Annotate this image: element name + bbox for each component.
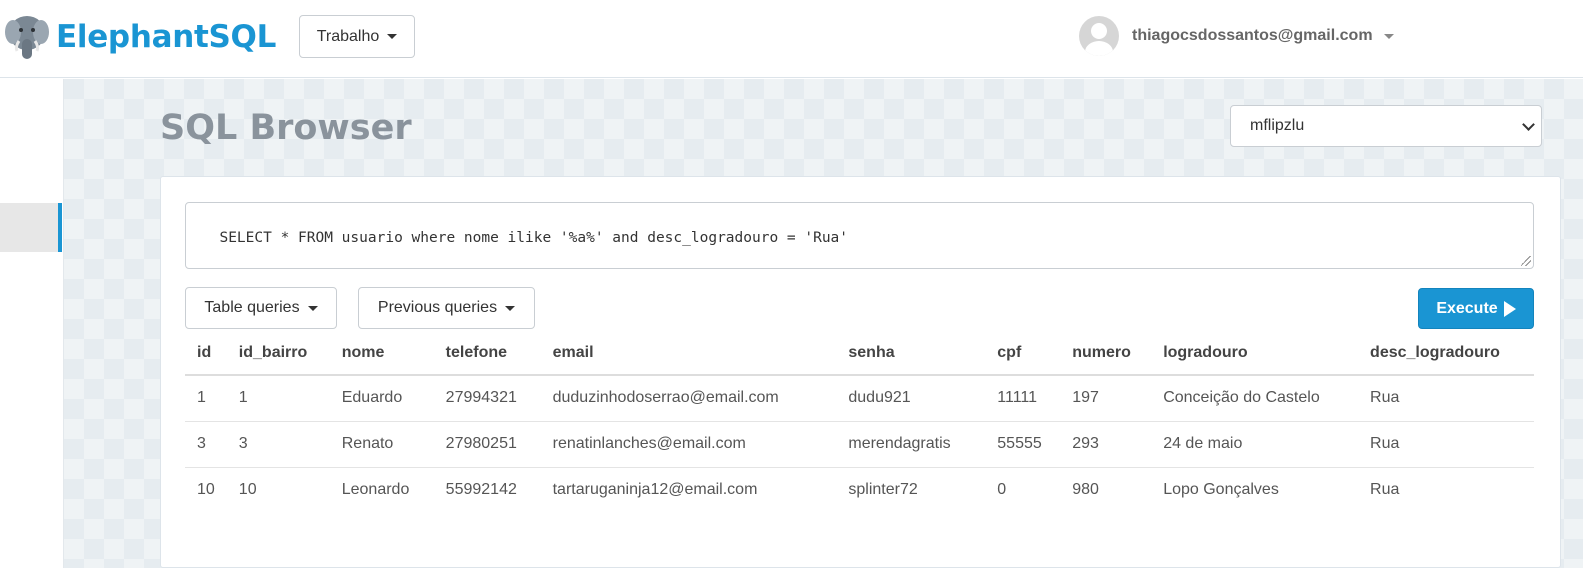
table-row: 10 10 Leonardo 55992142 tartaruganinja12… — [185, 467, 1534, 513]
column-header: nome — [329, 331, 434, 376]
table-queries-button[interactable]: Table queries — [185, 287, 337, 329]
caret-down-icon — [1383, 33, 1394, 39]
table-cell: splinter72 — [848, 481, 918, 499]
table-cell: Conceição do Castelo — [1151, 375, 1359, 422]
table-cell: 197 — [1060, 375, 1152, 422]
resize-handle-icon[interactable] — [1521, 256, 1531, 266]
table-row: 1 1 Eduardo 27994321 duduzinhodoserrao@e… — [185, 375, 1534, 422]
table-cell: 11111 — [985, 375, 1061, 422]
team-selector-label: Trabalho — [316, 27, 380, 45]
team-selector-dropdown[interactable]: Trabalho — [299, 15, 415, 58]
table-cell: Rua — [1358, 421, 1534, 468]
brand-logo-link[interactable]: ElephantSQL — [4, 12, 276, 62]
user-menu[interactable]: thiagocsdossantos@gmail.com — [1079, 16, 1394, 56]
column-header: id_bairro — [226, 331, 330, 376]
execute-button[interactable]: Execute — [1418, 288, 1534, 329]
table-cell: Lopo Gonçalves — [1163, 481, 1279, 499]
play-icon — [1503, 300, 1516, 317]
previous-queries-label: Previous queries — [377, 299, 498, 316]
caret-down-icon — [387, 34, 398, 39]
table-cell: Leonardo — [341, 481, 410, 499]
table-header-row: id id_bairro nome telefone email senha c… — [185, 331, 1534, 376]
table-cell: 293 — [1060, 421, 1152, 468]
table-cell: Rua — [1370, 481, 1400, 499]
sql-query-text: SELECT * FROM usuario where nome ilike '… — [219, 230, 849, 246]
sidebar-item-sql-browser[interactable] — [0, 203, 62, 252]
chevron-down-icon — [1522, 118, 1535, 131]
caret-down-icon — [307, 305, 318, 311]
results-table: id id_bairro nome telefone email senha c… — [185, 331, 1534, 513]
column-header: desc_logradouro — [1358, 331, 1534, 376]
table-queries-label: Table queries — [204, 299, 300, 316]
brand-name: ElephantSQL — [56, 19, 277, 55]
table-row: 3 3 Renato 27980251 renatinlanches@email… — [185, 421, 1534, 468]
table-cell: dudu921 — [836, 375, 986, 422]
table-cell: 10 — [197, 481, 215, 499]
page-title: SQL Browser — [160, 108, 412, 148]
column-header: logradouro — [1151, 331, 1359, 376]
database-select-value: mflipzlu — [1250, 117, 1305, 134]
elephant-logo-icon — [5, 16, 49, 59]
table-cell: 980 — [1072, 481, 1099, 499]
table-cell: 55555 — [985, 421, 1061, 468]
table-cell: 24 de maio — [1151, 421, 1359, 468]
column-header: senha — [836, 331, 986, 376]
table-cell: 1 — [226, 375, 330, 422]
table-cell: Renato — [329, 421, 434, 468]
caret-down-icon — [505, 305, 516, 311]
column-header: id — [185, 331, 227, 376]
table-cell: 27994321 — [433, 375, 541, 422]
table-cell: 1 — [185, 375, 227, 422]
left-sidebar — [0, 79, 64, 568]
column-header: telefone — [433, 331, 541, 376]
table-cell: 3 — [226, 421, 330, 468]
column-header: email — [540, 331, 837, 376]
table-cell: Rua — [1358, 375, 1534, 422]
previous-queries-button[interactable]: Previous queries — [358, 287, 535, 329]
execute-label: Execute — [1436, 299, 1498, 317]
table-cell: 10 — [238, 481, 257, 499]
table-cell: tartaruganinja12@email.com — [552, 481, 758, 499]
table-cell: 0 — [997, 481, 1007, 499]
table-cell: merendagratis — [836, 421, 986, 468]
user-avatar-icon — [1079, 16, 1119, 56]
table-cell: renatinlanches@email.com — [540, 421, 837, 468]
top-navbar: ElephantSQL Trabalho thiagocsdossantos@g… — [0, 0, 1583, 78]
table-cell: Eduardo — [329, 375, 434, 422]
sql-query-textarea[interactable]: SELECT * FROM usuario where nome ilike '… — [185, 202, 1534, 269]
column-header: cpf — [985, 331, 1061, 376]
column-header: numero — [1060, 331, 1152, 376]
table-cell: 27980251 — [433, 421, 541, 468]
database-select[interactable]: mflipzlu — [1230, 105, 1542, 147]
table-cell: duduzinhodoserrao@email.com — [540, 375, 837, 422]
table-cell: 3 — [185, 421, 227, 468]
user-email: thiagocsdossantos@gmail.com — [1132, 27, 1373, 44]
table-cell: 55992142 — [445, 481, 517, 499]
